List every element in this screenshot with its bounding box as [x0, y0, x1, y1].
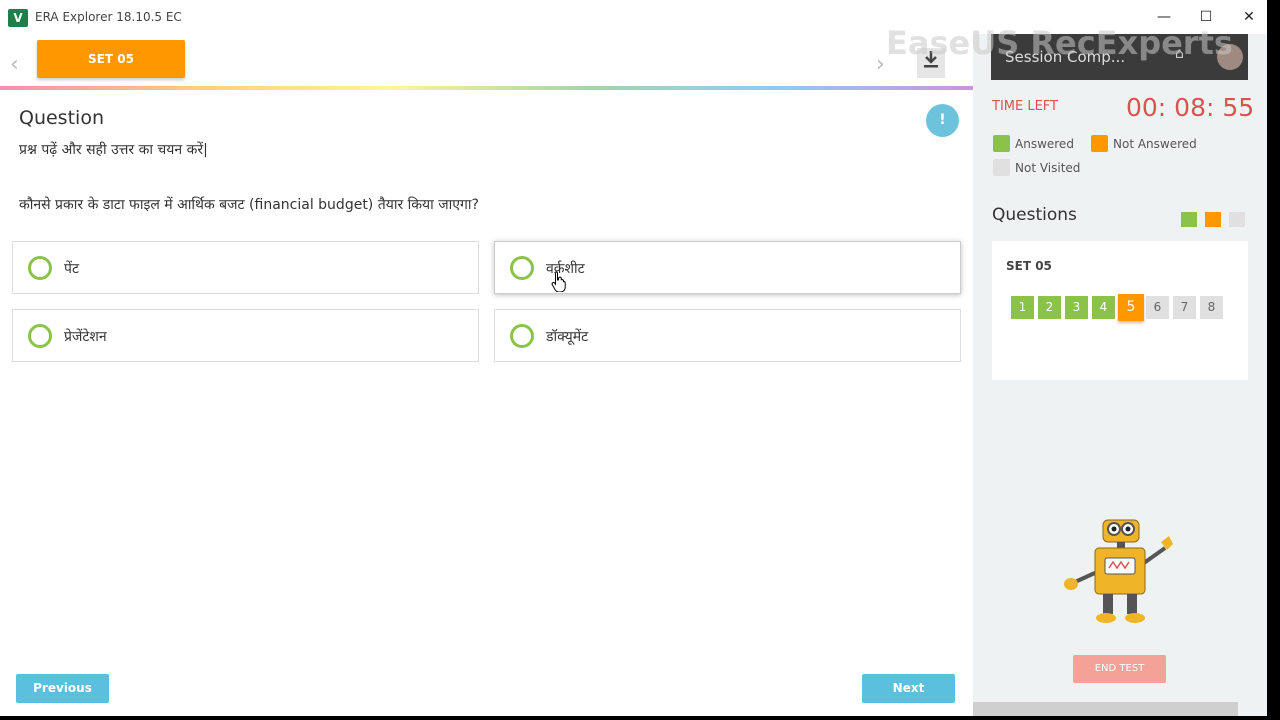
- sidebar: Session Comp... ⌂ TIME LEFT 00: 08: 55 A…: [973, 34, 1267, 716]
- close-button[interactable]: ✕: [1231, 6, 1267, 28]
- answered-filter-swatch[interactable]: [1181, 212, 1197, 227]
- not-answered-legend-swatch: [1091, 135, 1108, 152]
- answered-legend-label: Answered: [1015, 137, 1074, 151]
- question-instruction: प्रश्न पढ़ें और सही उत्तर का चयन करें|: [19, 142, 208, 158]
- radio-button[interactable]: [510, 324, 534, 348]
- question-palette: SET 05 1 2 3 4 5 6 7 8: [992, 241, 1248, 380]
- option-label: डॉक्यूमेंट: [546, 329, 589, 345]
- not-answered-filter-swatch[interactable]: [1205, 212, 1221, 227]
- question-number-button[interactable]: 3: [1065, 296, 1088, 319]
- info-button[interactable]: !: [926, 104, 959, 137]
- next-button[interactable]: Next: [862, 674, 955, 703]
- option-label: पेंट: [64, 261, 80, 277]
- question-text: कौनसे प्रकार के डाटा फाइल में आर्थिक बजट…: [19, 197, 479, 213]
- question-number-button[interactable]: 4: [1092, 296, 1115, 319]
- set-button[interactable]: SET 05: [37, 40, 185, 78]
- next-set-arrow-icon[interactable]: ›: [876, 52, 885, 77]
- robot-mascot-icon: [1064, 519, 1173, 623]
- question-number-button-current[interactable]: 5: [1118, 294, 1144, 321]
- option-label: प्रेजेंटेशन: [64, 329, 107, 345]
- app-window: V ERA Explorer 18.10.5 EC — ☐ ✕ ‹ SET 05…: [0, 0, 1267, 716]
- progress-divider: [0, 86, 973, 90]
- question-number-button[interactable]: 6: [1146, 296, 1169, 319]
- previous-set-arrow-icon[interactable]: ‹: [10, 52, 19, 77]
- answered-legend-swatch: [993, 135, 1010, 152]
- app-logo-icon: V: [8, 9, 28, 27]
- radio-button[interactable]: [510, 256, 534, 280]
- recorder-watermark: EaseUS RecExperts: [886, 24, 1233, 62]
- horizontal-scrollbar[interactable]: [973, 702, 1238, 716]
- not-visited-filter-swatch[interactable]: [1229, 212, 1245, 227]
- not-visited-legend-label: Not Visited: [1015, 161, 1081, 175]
- not-visited-legend-swatch: [993, 159, 1010, 176]
- previous-button[interactable]: Previous: [16, 674, 109, 703]
- hand-cursor-icon: [551, 271, 566, 292]
- question-number-button[interactable]: 1: [1011, 296, 1034, 319]
- palette-set-title: SET 05: [1006, 259, 1052, 273]
- end-test-button[interactable]: END TEST: [1073, 655, 1166, 683]
- question-panel: ‹ SET 05 › Question ! प्रश्न पढ़ें और सह…: [0, 34, 973, 716]
- app-title: ERA Explorer 18.10.5 EC: [35, 10, 182, 24]
- radio-button[interactable]: [28, 256, 52, 280]
- not-answered-legend-label: Not Answered: [1113, 137, 1197, 151]
- question-heading: Question: [19, 107, 104, 129]
- question-number-button[interactable]: 7: [1173, 296, 1196, 319]
- question-number-button[interactable]: 8: [1200, 296, 1223, 319]
- option-1[interactable]: पेंट: [12, 241, 479, 294]
- questions-heading: Questions: [992, 205, 1077, 225]
- option-3[interactable]: प्रेजेंटेशन: [12, 309, 479, 362]
- radio-button[interactable]: [28, 324, 52, 348]
- countdown-timer: 00: 08: 55: [1126, 93, 1255, 122]
- time-left-label: TIME LEFT: [992, 99, 1058, 114]
- question-number-button[interactable]: 2: [1038, 296, 1061, 319]
- option-4[interactable]: डॉक्यूमेंट: [494, 309, 961, 362]
